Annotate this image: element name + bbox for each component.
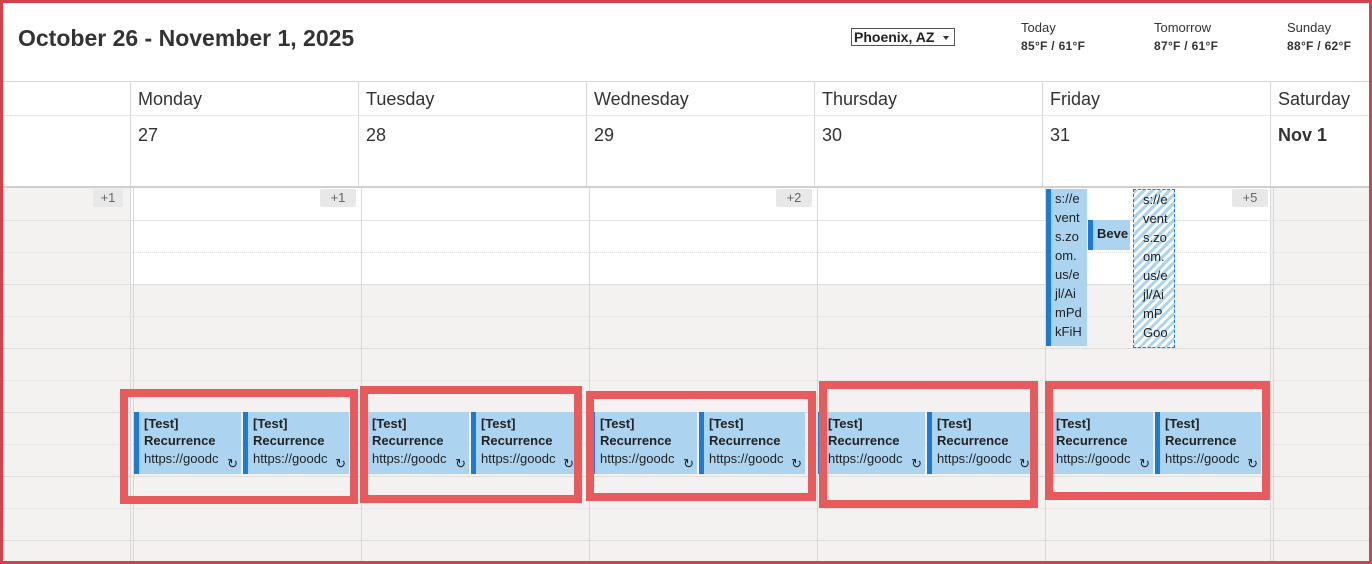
highlight-box-wednesday (586, 391, 816, 501)
weather-day-label: Today (1021, 20, 1056, 35)
day-header-saturday[interactable]: Saturday (1278, 89, 1350, 110)
header-row-divider (3, 115, 1369, 116)
calendar-header: October 26 - November 1, 2025 Phoenix, A… (3, 3, 1369, 82)
weather-temp: 85°F / 61°F (1021, 39, 1086, 53)
column-divider (133, 188, 134, 561)
day-number-thursday[interactable]: 30 (822, 125, 842, 146)
column-divider (817, 188, 818, 561)
day-header-thursday[interactable]: Thursday (822, 89, 897, 110)
day-number-saturday[interactable]: Nov 1 (1278, 125, 1327, 146)
event-text-line: jl/Ai (1055, 286, 1076, 301)
slot-line (3, 508, 1369, 509)
event-b-text: s://e vent s.zo om. us/e jl/Ai mP Goo (1134, 190, 1174, 342)
more-events-badge[interactable]: +5 (1232, 189, 1268, 207)
highlight-box-thursday (819, 381, 1038, 508)
weather-sunday: Sunday 88°F / 62°F (1287, 20, 1351, 53)
date-range-title: October 26 - November 1, 2025 (18, 25, 355, 51)
weather-day-label: Tomorrow (1154, 20, 1212, 35)
slot-line (3, 348, 1369, 349)
more-events-badge[interactable]: +1 (93, 189, 123, 207)
day-number-friday[interactable]: 31 (1050, 125, 1070, 146)
day-number-monday[interactable]: 27 (138, 125, 158, 146)
slot-line (3, 540, 1369, 541)
event-text-line: s.zo (1055, 229, 1079, 244)
event-text-line: mP (1143, 306, 1163, 321)
more-events-badge[interactable]: +2 (776, 189, 812, 207)
day-number-tuesday[interactable]: 28 (366, 125, 386, 146)
weather-today: Today 85°F / 61°F (1021, 20, 1085, 53)
event-text-line: mPd (1055, 305, 1082, 320)
highlight-box-friday (1045, 381, 1270, 500)
column-divider (361, 188, 362, 561)
event-text-line: s://e (1055, 191, 1080, 206)
event-text-line: jl/Ai (1143, 287, 1164, 302)
event-text-line: vent (1055, 210, 1080, 225)
event-text-line: vent (1143, 211, 1168, 226)
day-header-friday[interactable]: Friday (1050, 89, 1100, 110)
column-divider (589, 188, 590, 561)
friday-event-c[interactable]: Beve (1088, 220, 1130, 250)
column-divider (1273, 188, 1274, 561)
event-text-line: s://e (1143, 192, 1168, 207)
highlight-box-monday (120, 389, 358, 504)
weather-temp: 87°F / 61°F (1154, 39, 1219, 53)
event-text-line: s.zo (1143, 230, 1167, 245)
event-a-text: s://e vent s.zo om. us/e jl/Ai mPd kFiH (1051, 189, 1087, 341)
more-events-badge[interactable]: +1 (320, 189, 356, 207)
event-text-line: Goo (1143, 325, 1168, 340)
weather-tomorrow: Tomorrow 87°F / 61°F (1154, 20, 1218, 53)
event-text-line: us/e (1143, 268, 1168, 283)
event-text-line: om. (1143, 249, 1165, 264)
calendar-window: October 26 - November 1, 2025 Phoenix, A… (0, 0, 1372, 564)
weather-day-label: Sunday (1287, 20, 1332, 35)
friday-event-a[interactable]: s://e vent s.zo om. us/e jl/Ai mPd kFiH (1046, 189, 1087, 346)
event-text-line: om. (1055, 248, 1077, 263)
day-header-tuesday[interactable]: Tuesday (366, 89, 434, 110)
chevron-down-icon (943, 36, 949, 40)
friday-event-b[interactable]: s://e vent s.zo om. us/e jl/Ai mP Goo (1133, 189, 1175, 348)
location-dropdown[interactable]: Phoenix, AZ (851, 28, 955, 46)
event-text-line: kFiH (1055, 324, 1082, 339)
location-label: Phoenix, AZ (854, 29, 935, 45)
highlight-box-tuesday (360, 386, 582, 503)
day-number-wednesday[interactable]: 29 (594, 125, 614, 146)
event-text-line: us/e (1055, 267, 1080, 282)
day-header-wednesday[interactable]: Wednesday (594, 89, 689, 110)
day-header-monday[interactable]: Monday (138, 89, 202, 110)
weather-temp: 88°F / 62°F (1287, 39, 1352, 53)
